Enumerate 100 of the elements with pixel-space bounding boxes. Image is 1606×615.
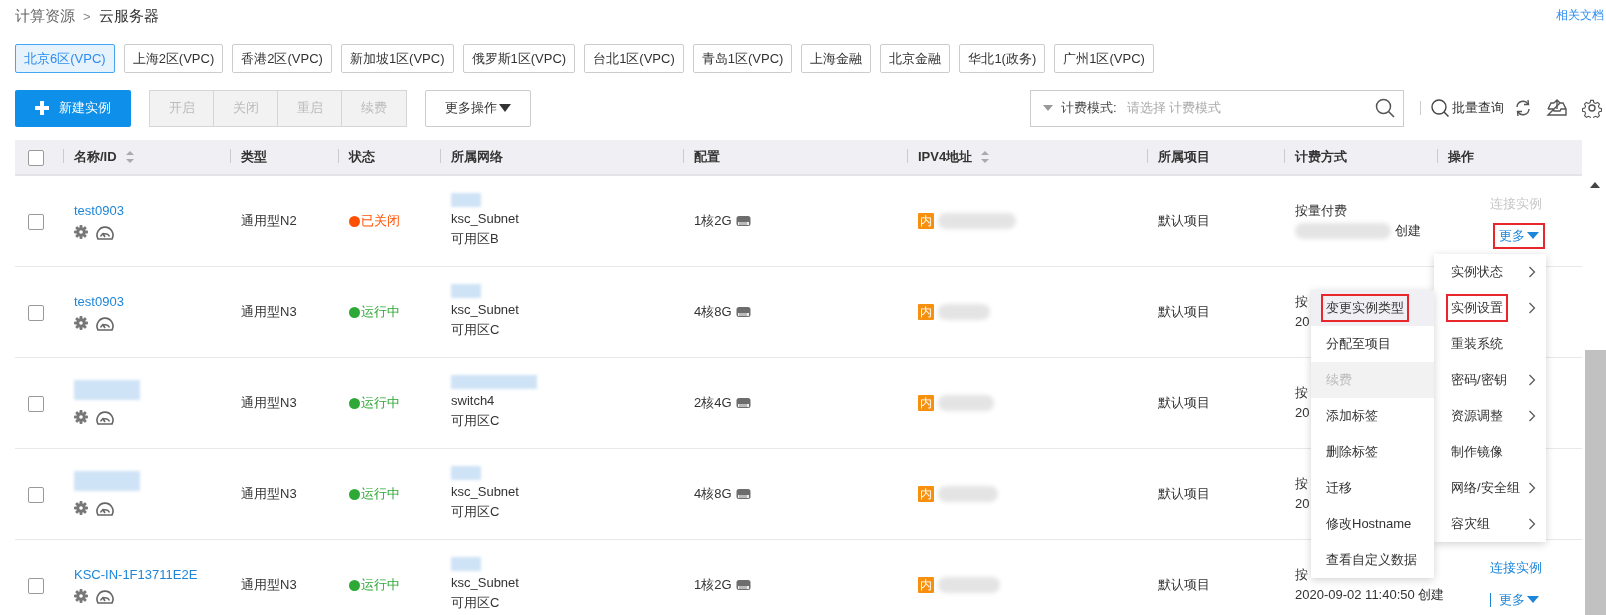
gear-icon[interactable] xyxy=(74,315,88,330)
table-cell-text: 可用区C xyxy=(451,412,501,430)
region-tab[interactable]: 新加坡1区(VPC) xyxy=(340,44,454,73)
status-text: 已关闭 xyxy=(361,212,400,231)
checkbox[interactable] xyxy=(28,577,44,594)
filter-field[interactable]: 计费模式: 请选择 计费模式 xyxy=(1030,89,1404,127)
gauge-icon[interactable] xyxy=(96,588,114,605)
status-text: 运行中 xyxy=(361,303,400,322)
gauge-icon[interactable] xyxy=(96,224,114,241)
table-cell-text: 按量付费 xyxy=(1295,202,1347,220)
menu-item[interactable]: 迁移 xyxy=(1311,470,1434,506)
gear-icon[interactable] xyxy=(74,588,88,603)
table-cell-text: 通用型N3 xyxy=(240,303,298,322)
scrollbar-thumb[interactable] xyxy=(1585,350,1606,615)
status-text: 运行中 xyxy=(361,394,400,413)
gear-icon[interactable] xyxy=(74,224,88,239)
menu-item[interactable]: 实例状态 xyxy=(1434,254,1546,290)
gauge-icon[interactable] xyxy=(96,315,114,332)
search-icon xyxy=(1431,99,1449,117)
menu-item[interactable]: 制作镜像 xyxy=(1434,434,1546,470)
menu-item[interactable]: 容灾组 xyxy=(1434,506,1546,542)
table-cell-text: 按 xyxy=(1295,566,1308,584)
menu-item[interactable]: 网络/安全组 xyxy=(1434,470,1546,506)
gear-icon[interactable] xyxy=(74,500,88,515)
region-tab[interactable]: 俄罗斯1区(VPC) xyxy=(462,44,576,73)
region-tab[interactable]: 青岛1区(VPC) xyxy=(692,44,793,73)
more-button[interactable]: 更多 xyxy=(1493,587,1545,613)
settings-icon[interactable] xyxy=(1582,98,1602,118)
column-header: 所属项目 xyxy=(1158,148,1210,167)
checkbox[interactable] xyxy=(28,304,44,321)
table-cell-text: 2核4G xyxy=(694,394,732,413)
status-text: 运行中 xyxy=(361,485,400,504)
menu-item[interactable]: 重装系统 xyxy=(1434,326,1546,362)
checkbox[interactable] xyxy=(28,213,44,230)
redacted-block xyxy=(938,486,998,502)
instance-name-link[interactable]: KSC-IN-1F13711E2E xyxy=(74,565,198,585)
checkbox[interactable] xyxy=(28,149,44,166)
menu-item[interactable]: 添加标签 xyxy=(1311,398,1434,434)
region-tab[interactable]: 上海2区(VPC) xyxy=(123,44,224,73)
gauge-icon[interactable] xyxy=(96,409,114,426)
menu-item[interactable]: 分配至项目 xyxy=(1311,326,1434,362)
refresh-icon[interactable] xyxy=(1514,99,1532,117)
table-cell-text: 20 xyxy=(1295,495,1310,513)
more-actions-button[interactable]: 更多操作 xyxy=(425,89,531,127)
gauge-icon[interactable] xyxy=(96,500,114,517)
table-cell-text: ksc_Subnet xyxy=(451,301,520,319)
search-icon[interactable] xyxy=(1375,98,1395,118)
table-cell-text: 1核2G xyxy=(694,576,732,595)
checkbox[interactable] xyxy=(28,395,44,412)
redacted-block xyxy=(451,193,481,207)
menu-item[interactable]: 资源调整 xyxy=(1434,398,1546,434)
region-tab[interactable]: 台北1区(VPC) xyxy=(584,44,684,73)
region-tab[interactable]: 香港2区(VPC) xyxy=(232,44,332,73)
ip-tag: 内 xyxy=(918,395,934,411)
upload-icon[interactable] xyxy=(1546,99,1568,117)
ip-tag: 内 xyxy=(918,213,934,229)
ip-tag: 内 xyxy=(918,577,934,593)
table-cell-text: 4核8G xyxy=(694,485,732,504)
menu-item[interactable]: 变更实例类型 xyxy=(1311,290,1434,326)
region-tab[interactable]: 广州1区(VPC) xyxy=(1054,44,1154,73)
table-cell-text: 默认项目 xyxy=(1157,212,1211,231)
gear-icon[interactable] xyxy=(74,409,88,424)
table-cell-text: 20 xyxy=(1295,313,1310,331)
menu-item[interactable]: 查看自定义数据 xyxy=(1311,542,1434,578)
instance-name-link[interactable]: test0903 xyxy=(74,201,124,221)
more-button[interactable]: 更多 xyxy=(1493,223,1545,249)
table-cell-text: 按 xyxy=(1295,475,1308,493)
table-cell-text: 默认项目 xyxy=(1157,394,1211,413)
redacted-block xyxy=(938,577,1000,593)
column-header: IPV4地址 xyxy=(918,148,973,167)
redacted-block xyxy=(938,304,990,320)
batch-query-button[interactable]: 批量查询 xyxy=(1431,98,1504,118)
region-tab[interactable]: 北京金融 xyxy=(880,44,951,73)
region-tab[interactable]: 上海金融 xyxy=(801,44,872,73)
column-header: 计费方式 xyxy=(1295,148,1347,167)
scroll-up-icon[interactable] xyxy=(1590,182,1600,188)
table-cell-text: ksc_Subnet xyxy=(451,574,520,592)
menu-item[interactable]: 实例设置 xyxy=(1434,290,1546,326)
table-cell-text: 可用区C xyxy=(451,503,501,521)
breadcrumb-separator: > xyxy=(83,9,91,25)
checkbox[interactable] xyxy=(28,486,44,503)
region-tab[interactable]: 华北1(政务) xyxy=(959,44,1046,73)
column-header: 类型 xyxy=(241,148,267,167)
table-cell-text: 可用区C xyxy=(451,594,501,612)
redacted-block xyxy=(451,557,481,571)
connect-link[interactable]: 连接实例 xyxy=(1487,557,1545,577)
menu-item[interactable]: 密码/密钥 xyxy=(1434,362,1546,398)
redacted-block xyxy=(938,395,994,411)
table-cell-text: 可用区B xyxy=(451,230,500,248)
ip-tag: 内 xyxy=(918,304,934,320)
filter-label: 计费模式: xyxy=(1061,99,1117,118)
instance-name-link[interactable]: test0903 xyxy=(74,292,124,312)
help-link[interactable]: 相关文档 xyxy=(1556,6,1604,24)
menu-item[interactable]: 删除标签 xyxy=(1311,434,1434,470)
breadcrumb-link[interactable]: 计算资源 xyxy=(15,7,75,25)
menu-item[interactable]: 修改Hostname xyxy=(1311,506,1434,542)
breadcrumb-current: 云服务器 xyxy=(98,7,159,25)
table-cell-text: 通用型N2 xyxy=(240,212,298,231)
table-cell-text: 通用型N3 xyxy=(240,394,298,413)
table-cell-text: ksc_Subnet xyxy=(451,210,520,228)
